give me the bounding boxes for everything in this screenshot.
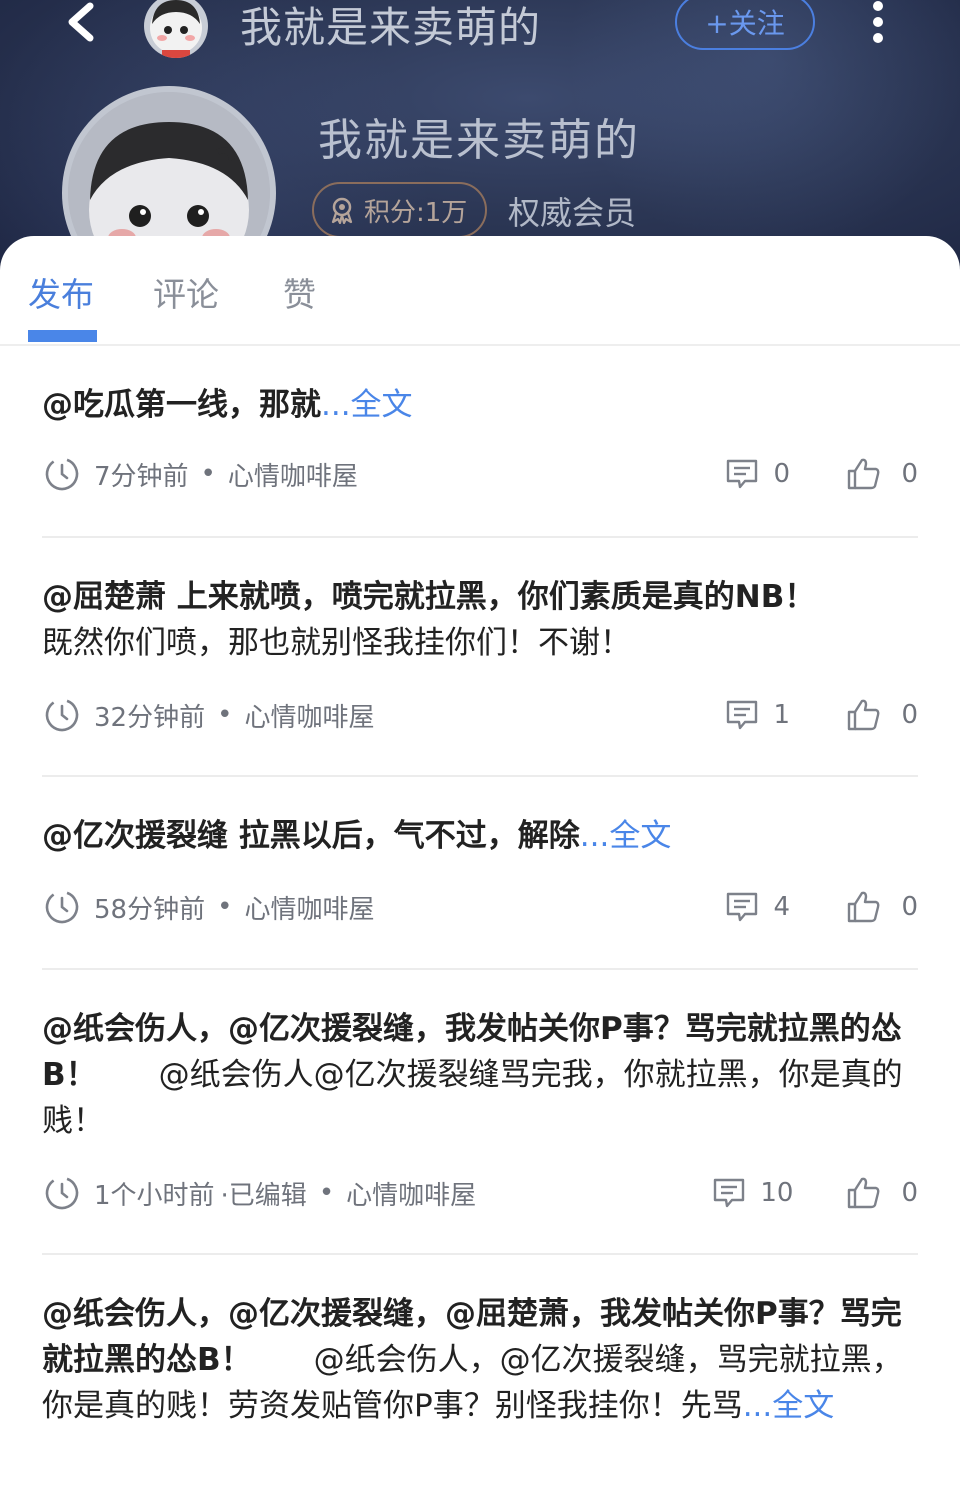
divider bbox=[42, 1253, 918, 1255]
clock-icon bbox=[45, 890, 79, 924]
post-text-content: @吃瓜第一线，那就 bbox=[42, 387, 321, 423]
follow-button[interactable]: +关注 bbox=[675, 0, 815, 50]
comment-count: 1 bbox=[773, 700, 790, 730]
post-time: 58分钟前 bbox=[94, 894, 206, 925]
post-edited: ·已编辑 bbox=[220, 1180, 307, 1211]
tab-posts[interactable]: 发布 bbox=[28, 268, 94, 316]
post-channel[interactable]: 心情咖啡屋 bbox=[346, 1175, 476, 1212]
post-meta: 32分钟前 • 心情咖啡屋 1 0 bbox=[42, 693, 918, 737]
post-text: @纸会伤人，@亿次援裂缝，我发帖关你P事？骂完就拉黑的怂B！ @纸会伤人@亿次援… bbox=[42, 1006, 918, 1144]
comment-icon[interactable] bbox=[723, 455, 761, 493]
post-item[interactable]: @纸会伤人，@亿次援裂缝，我发帖关你P事？骂完就拉黑的怂B！ @纸会伤人@亿次援… bbox=[42, 1006, 918, 1211]
score-badge[interactable]: 积分:1万 bbox=[312, 182, 488, 238]
post-meta: 1个小时前 ·已编辑 • 心情咖啡屋 10 0 bbox=[42, 1171, 918, 1215]
back-button[interactable] bbox=[58, 0, 108, 50]
post-channel[interactable]: 心情咖啡屋 bbox=[228, 456, 358, 493]
post-time: 1个小时前 bbox=[94, 1180, 215, 1211]
comment-count: 0 bbox=[773, 459, 790, 489]
active-tab-indicator bbox=[28, 330, 97, 342]
thumbs-up-icon[interactable] bbox=[845, 455, 883, 493]
thumbs-up-icon[interactable] bbox=[845, 888, 883, 926]
post-text: @吃瓜第一线，那就...全文 bbox=[42, 382, 918, 428]
read-more-link[interactable]: ...全文 bbox=[321, 387, 413, 423]
post-text-line: 既然你们喷，那也就别怪我挂你们！不谢！ bbox=[42, 625, 631, 661]
more-options-button[interactable] bbox=[860, 0, 896, 50]
post-item[interactable]: @屈楚萧 上来就喷，喷完就拉黑，你们素质是真的NB！ 既然你们喷，那也就别怪我挂… bbox=[42, 574, 918, 733]
divider bbox=[42, 536, 918, 538]
comment-icon[interactable] bbox=[710, 1174, 748, 1212]
thumbs-up-icon[interactable] bbox=[845, 696, 883, 734]
post-meta: 7分钟前 • 心情咖啡屋 0 0 bbox=[42, 452, 918, 496]
chevron-left-icon bbox=[68, 2, 94, 42]
clock-icon bbox=[45, 457, 79, 491]
post-text: @纸会伤人，@亿次援裂缝，@屈楚萧，我发帖关你P事？骂完就拉黑的怂B！ @纸会伤… bbox=[42, 1291, 918, 1429]
post-channel[interactable]: 心情咖啡屋 bbox=[244, 697, 374, 734]
comment-count: 4 bbox=[773, 892, 790, 922]
post-text: @屈楚萧 上来就喷，喷完就拉黑，你们素质是真的NB！ 既然你们喷，那也就别怪我挂… bbox=[42, 574, 918, 666]
post-channel[interactable]: 心情咖啡屋 bbox=[244, 889, 374, 926]
profile-name: 我就是来卖萌的 bbox=[318, 115, 640, 166]
header-title: 我就是来卖萌的 bbox=[240, 3, 542, 52]
post-item[interactable]: @吃瓜第一线，那就...全文 7分钟前 • 心情咖啡屋 0 0 bbox=[42, 382, 918, 492]
post-meta: 58分钟前 • 心情咖啡屋 4 0 bbox=[42, 885, 918, 929]
more-vertical-icon bbox=[873, 1, 883, 43]
like-count: 0 bbox=[901, 700, 918, 730]
post-text-content: @亿次援裂缝 拉黑以后，气不过，解除 bbox=[42, 818, 580, 854]
header-avatar[interactable] bbox=[144, 0, 208, 58]
tab-likes[interactable]: 赞 bbox=[283, 268, 316, 316]
read-more-link[interactable]: ...全文 bbox=[743, 1388, 835, 1424]
comment-count: 10 bbox=[760, 1178, 794, 1208]
comment-icon[interactable] bbox=[723, 696, 761, 734]
divider bbox=[42, 968, 918, 970]
post-item[interactable]: @纸会伤人，@亿次援裂缝，@屈楚萧，我发帖关你P事？骂完就拉黑的怂B！ @纸会伤… bbox=[42, 1291, 918, 1429]
clock-icon bbox=[45, 1176, 79, 1210]
like-count: 0 bbox=[901, 1178, 918, 1208]
score-label: 积分:1万 bbox=[364, 197, 468, 228]
thumbs-up-icon[interactable] bbox=[845, 1174, 883, 1212]
post-text: @亿次援裂缝 拉黑以后，气不过，解除...全文 bbox=[42, 813, 918, 859]
post-text-line: @屈楚萧 上来就喷，喷完就拉黑，你们素质是真的NB！ bbox=[42, 579, 816, 615]
post-text-line: @纸会伤人@亿次援裂缝骂完我，你就拉黑，你是真的贱！ bbox=[42, 1057, 903, 1139]
medal-icon bbox=[331, 197, 353, 224]
like-count: 0 bbox=[901, 459, 918, 489]
content-sheet: 发布 评论 赞 @吃瓜第一线，那就...全文 7分钟前 • 心情咖啡屋 0 0 … bbox=[0, 236, 960, 1505]
comment-icon[interactable] bbox=[723, 888, 761, 926]
post-time: 7分钟前 bbox=[94, 461, 189, 492]
member-level-label: 权威会员 bbox=[508, 194, 637, 232]
like-count: 0 bbox=[901, 892, 918, 922]
divider bbox=[42, 775, 918, 777]
read-more-link[interactable]: ...全文 bbox=[580, 818, 672, 854]
tab-comments[interactable]: 评论 bbox=[153, 268, 219, 316]
tab-bar: 发布 评论 赞 bbox=[0, 236, 960, 346]
post-time: 32分钟前 bbox=[94, 702, 206, 733]
post-item[interactable]: @亿次援裂缝 拉黑以后，气不过，解除...全文 58分钟前 • 心情咖啡屋 4 bbox=[42, 813, 918, 925]
clock-icon bbox=[45, 698, 79, 732]
